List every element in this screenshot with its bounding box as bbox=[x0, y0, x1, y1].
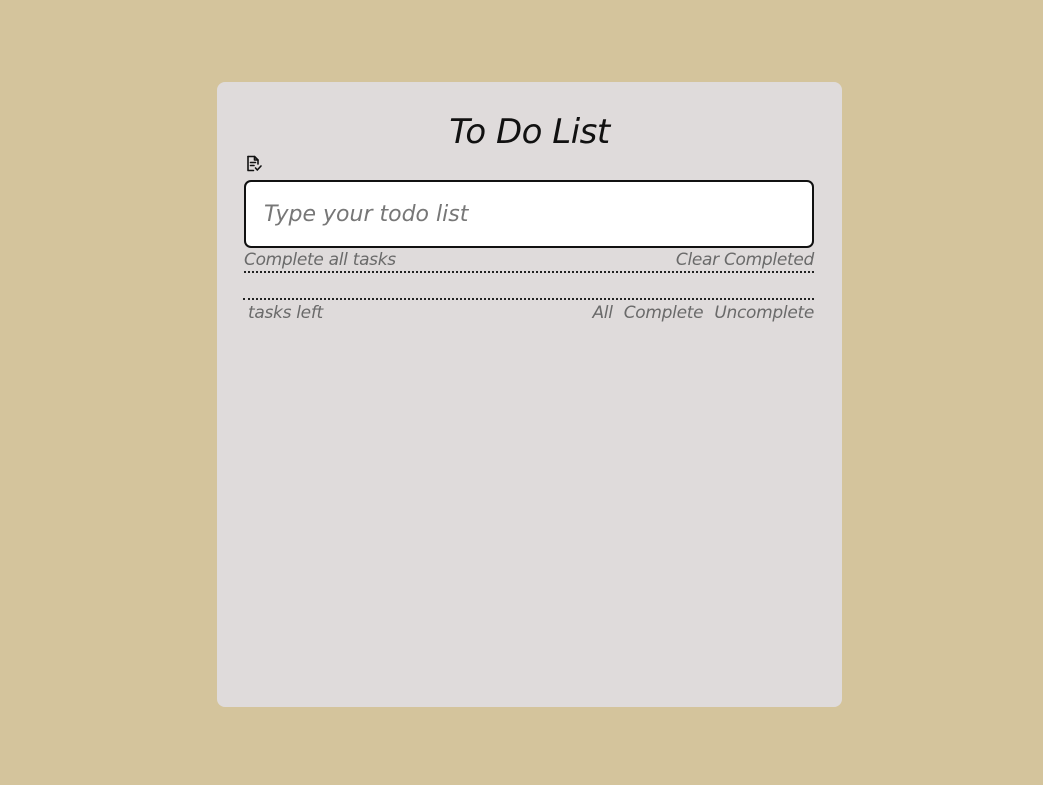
bulk-actions-row: Complete all tasks Clear Completed bbox=[244, 248, 814, 272]
filter-complete[interactable]: Complete bbox=[624, 303, 704, 323]
complete-all-tasks-button[interactable]: Complete all tasks bbox=[244, 250, 396, 270]
filter-uncomplete[interactable]: Uncomplete bbox=[714, 303, 814, 323]
clear-completed-button[interactable]: Clear Completed bbox=[676, 250, 814, 270]
tasks-left-count: tasks left bbox=[248, 303, 323, 323]
footer-row: tasks left All Complete Uncomplete bbox=[244, 301, 814, 325]
divider-bottom bbox=[243, 298, 814, 300]
note-check-icon bbox=[245, 155, 263, 173]
todo-card: To Do List Complete all tasks Clear Comp… bbox=[217, 82, 842, 707]
filter-group: All Complete Uncomplete bbox=[592, 303, 814, 323]
divider-top bbox=[244, 271, 814, 273]
page-title: To Do List bbox=[449, 112, 610, 152]
filter-all[interactable]: All bbox=[592, 303, 612, 323]
todo-input[interactable] bbox=[244, 180, 814, 248]
